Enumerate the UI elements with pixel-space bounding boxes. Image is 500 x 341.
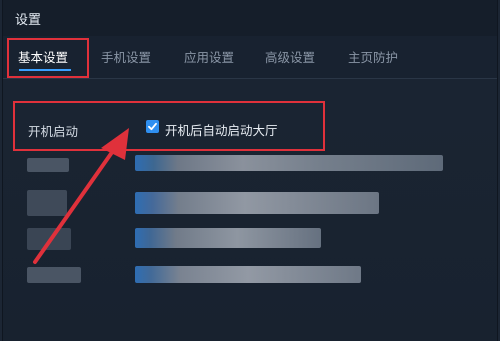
auto-start-checkbox[interactable] — [146, 120, 159, 133]
obscured-row-label — [27, 267, 81, 283]
tab-app-settings[interactable]: 应用设置 — [184, 47, 234, 66]
title-bar: 设置 — [3, 0, 497, 36]
settings-window: 设置 基本设置 手机设置 应用设置 高级设置 主页防护 开机启动 开机后自动启动… — [2, 0, 498, 341]
tab-advanced-settings[interactable]: 高级设置 — [265, 47, 315, 66]
startup-label: 开机启动 — [28, 124, 79, 139]
obscured-row-value — [135, 228, 321, 248]
tab-basic-settings[interactable]: 基本设置 — [18, 47, 68, 66]
window-title: 设置 — [15, 13, 42, 28]
obscured-row-value — [135, 192, 379, 214]
obscured-row-value — [135, 266, 361, 283]
tab-phone-settings[interactable]: 手机设置 — [101, 47, 151, 66]
auto-start-checkbox-label[interactable]: 开机后自动启动大厅 — [165, 120, 278, 139]
obscured-row-label — [27, 158, 69, 172]
tab-homepage-protection[interactable]: 主页防护 — [348, 47, 398, 66]
active-tab-indicator — [19, 69, 71, 71]
tab-bar: 基本设置 手机设置 应用设置 高级设置 主页防护 — [3, 36, 497, 79]
obscured-row-label — [27, 228, 71, 250]
obscured-row-value — [135, 155, 443, 171]
check-icon — [148, 122, 157, 131]
obscured-row-label — [27, 190, 67, 216]
